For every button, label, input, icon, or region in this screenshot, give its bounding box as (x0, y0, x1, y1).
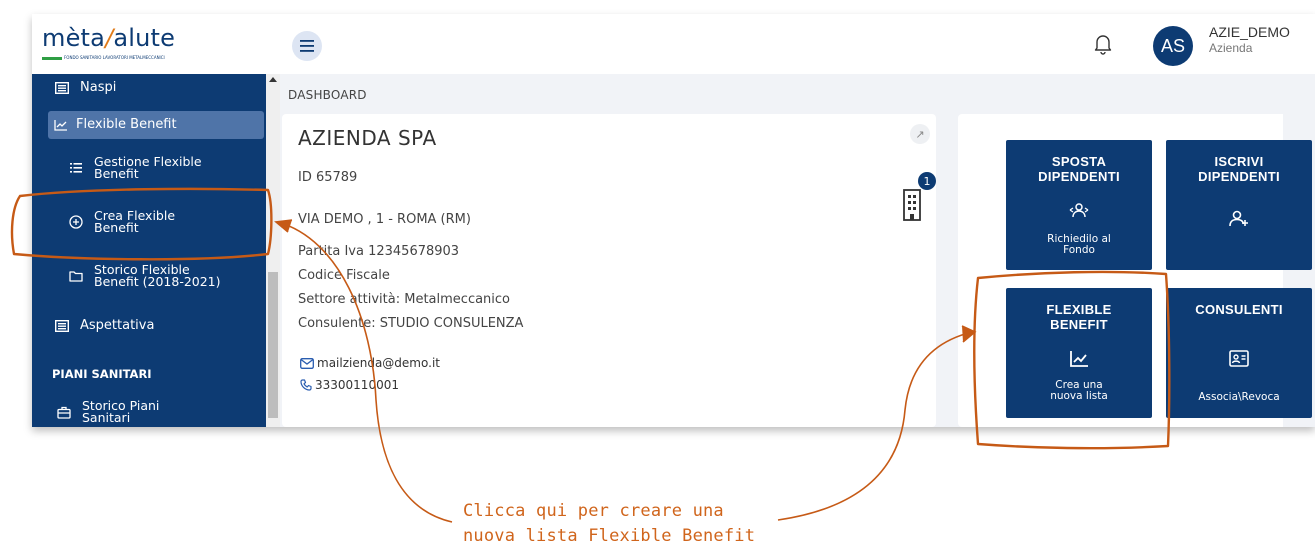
phone-text: 33300110001 (315, 378, 399, 392)
sidebar-scrollbar[interactable] (266, 74, 280, 427)
mail-icon (300, 357, 314, 369)
scrollbar-thumb[interactable] (268, 272, 278, 418)
sidebar-item-label: Aspettativa (80, 318, 155, 333)
sidebar-item-label-2: Benefit (2018-2021) (94, 274, 221, 289)
metasalute-logo[interactable]: mèta/alute FONDO SANITARIO LAVORATORI ME… (42, 24, 202, 64)
sidebar-subitem-storico[interactable]: Storico Flexible Benefit (2018-2021) (66, 263, 221, 289)
bell-icon[interactable] (1092, 32, 1114, 56)
sidebar-subitem-gestione[interactable]: Gestione Flexible Benefit (66, 155, 202, 181)
logo-wordmark: mèta/alute (42, 24, 176, 52)
briefcase-icon (54, 406, 74, 419)
list-box-icon (52, 81, 72, 94)
company-card: AZIENDA SPA ID 65789 VIA DEMO , 1 - ROMA… (282, 114, 936, 427)
plus-circle-icon (66, 215, 86, 229)
company-id: ID 65789 (298, 170, 358, 185)
tile-subtitle: Richiedilo al Fondo (1047, 233, 1111, 256)
tile-title: FLEXIBLE BENEFIT (1046, 302, 1112, 332)
user-add-icon (1166, 210, 1312, 228)
user-role: Azienda (1209, 41, 1253, 55)
tile-consulenti[interactable]: CONSULENTI Associa\Revoca (1166, 288, 1312, 418)
logo-green-bar (42, 57, 62, 60)
sidebar-subitem-crea[interactable]: Crea Flexible Benefit (66, 209, 175, 235)
tile-sposta-dipendenti[interactable]: SPOSTA DIPENDENTI Richiedilo al Fondo (1006, 140, 1152, 270)
tile-iscrivi-dipendenti[interactable]: ISCRIVI DIPENDENTI (1166, 140, 1312, 270)
company-email[interactable]: mailzienda@demo.it (300, 356, 440, 370)
company-settore: Settore attività: Metalmeccanico (298, 292, 511, 307)
sidebar-item-label-2: Sanitari (82, 410, 131, 425)
sidebar-item-aspettativa[interactable]: Aspettativa (52, 318, 154, 333)
sidebar-item-label-2: Benefit (94, 220, 139, 235)
company-name: AZIENDA SPA (298, 126, 437, 150)
company-codice-fiscale: Codice Fiscale (298, 268, 390, 283)
expand-arrow-icon[interactable]: ↗ (910, 124, 930, 144)
id-card-icon (1166, 350, 1312, 367)
annotation-text: Clicca qui per creare una nuova lista Fle… (463, 501, 756, 546)
sidebar-item-naspi[interactable]: Naspi (52, 80, 116, 95)
tile-subtitle: Associa\Revoca (1198, 391, 1280, 403)
company-partita-iva: Partita Iva 12345678903 (298, 244, 460, 259)
tile-title: SPOSTA DIPENDENTI (1038, 154, 1120, 184)
sidebar-item-storico-piani[interactable]: Storico Piani Sanitari (54, 399, 159, 425)
chart-icon (54, 119, 68, 131)
sidebar-item-label-2: Benefit (94, 166, 139, 181)
hamburger-menu-button[interactable] (292, 31, 322, 61)
folder-icon (66, 270, 86, 282)
sidebar-item-flexible-benefit[interactable]: Flexible Benefit (54, 117, 177, 132)
tile-flexible-benefit[interactable]: FLEXIBLE BENEFIT Crea una nuova lista (1006, 288, 1152, 418)
notification-badge: 1 (918, 172, 936, 190)
sidebar: Naspi Flexible Benefit Gestione Flexible… (32, 74, 280, 427)
actions-card: SPOSTA DIPENDENTI Richiedilo al Fondo ISCR… (958, 114, 1312, 427)
hamburger-icon (300, 40, 314, 52)
company-address: VIA DEMO , 1 - ROMA (RM) (298, 212, 471, 227)
tile-subtitle: Crea una nuova lista (1050, 379, 1108, 402)
company-consulente: Consulente: STUDIO CONSULENZA (298, 316, 524, 331)
scroll-up-arrow-icon[interactable] (269, 77, 277, 82)
tile-title: ISCRIVI DIPENDENTI (1198, 154, 1280, 184)
company-phone[interactable]: 33300110001 (300, 378, 399, 392)
section-label-piani-sanitari: PIANI SANITARI (52, 367, 152, 381)
breadcrumb[interactable]: DASHBOARD (288, 88, 367, 102)
list-icon (66, 163, 86, 173)
logo-subtitle: FONDO SANITARIO LAVORATORI METALMECCANIC… (64, 55, 165, 60)
chart-icon (1006, 350, 1152, 368)
list-box-icon (52, 319, 72, 332)
tile-title: CONSULENTI (1195, 302, 1283, 317)
email-text: mailzienda@demo.it (317, 356, 440, 370)
user-name: AZIE_DEMO (1209, 24, 1290, 40)
phone-icon (300, 379, 312, 391)
sidebar-item-label: Flexible Benefit (76, 117, 177, 132)
sidebar-item-label: Naspi (80, 80, 117, 95)
users-swap-icon (1006, 202, 1152, 220)
avatar[interactable]: AS (1153, 26, 1193, 66)
top-header: mèta/alute FONDO SANITARIO LAVORATORI ME… (32, 14, 1315, 74)
